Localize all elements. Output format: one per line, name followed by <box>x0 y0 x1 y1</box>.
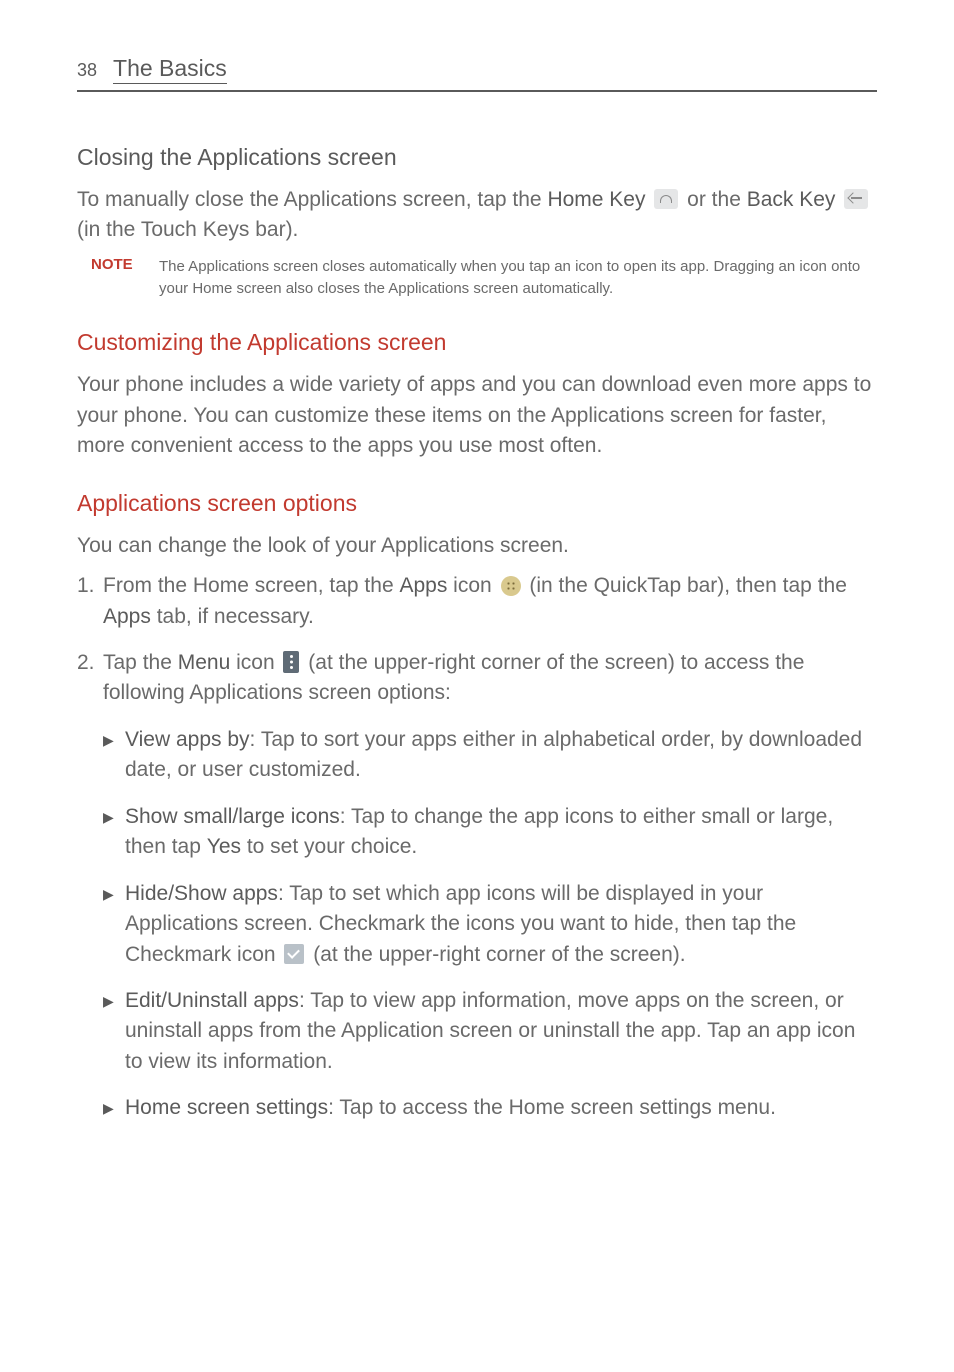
closing-paragraph: To manually close the Applications scree… <box>77 185 877 246</box>
bullet-home-settings: ▶ Home screen settings: Tap to access th… <box>77 1093 877 1123</box>
bullet-show-icons: ▶ Show small/large icons: Tap to change … <box>77 802 877 863</box>
note-block: NOTE The Applications screen closes auto… <box>91 256 877 300</box>
heading-closing: Closing the Applications screen <box>77 144 877 171</box>
bullet-view-apps-by: ▶ View apps by: Tap to sort your apps ei… <box>77 725 877 786</box>
step-text: From the Home screen, tap the Apps icon … <box>103 571 877 632</box>
step-2: 2. Tap the Menu icon (at the upper-right… <box>77 648 877 709</box>
step-1: 1. From the Home screen, tap the Apps ic… <box>77 571 877 632</box>
apps-label: Apps <box>399 574 447 597</box>
txt: Tap the <box>103 651 178 674</box>
apps-tab-label: Apps <box>103 605 151 628</box>
txt: or the <box>681 188 746 211</box>
step-marker: 2. <box>77 648 103 709</box>
txt: icon <box>447 574 497 597</box>
triangle-bullet-icon: ▶ <box>103 725 125 786</box>
step-marker: 1. <box>77 571 103 632</box>
bullet-title: Show small/large icons <box>125 805 340 828</box>
txt: tab, if necessary. <box>151 605 314 628</box>
header-title: The Basics <box>113 55 227 84</box>
manual-page: 38 The Basics Closing the Applications s… <box>0 0 954 1200</box>
triangle-bullet-icon: ▶ <box>103 1093 125 1123</box>
txt: (in the QuickTap bar), then tap the <box>524 574 847 597</box>
txt: (at the upper-right corner of the screen… <box>307 943 685 966</box>
customizing-paragraph: Your phone includes a wide variety of ap… <box>77 370 877 461</box>
bullet-text: View apps by: Tap to sort your apps eith… <box>125 725 877 786</box>
txt: to set your choice. <box>241 835 417 858</box>
triangle-bullet-icon: ▶ <box>103 879 125 970</box>
home-key-icon <box>654 189 678 209</box>
page-number: 38 <box>77 60 97 81</box>
apps-icon <box>501 576 521 596</box>
back-key-icon <box>844 189 868 209</box>
txt: (in the Touch Keys bar). <box>77 218 298 241</box>
heading-customizing: Customizing the Applications screen <box>77 329 877 356</box>
heading-options: Applications screen options <box>77 490 877 517</box>
bullet-text: Home screen settings: Tap to access the … <box>125 1093 776 1123</box>
menu-label: Menu <box>178 651 231 674</box>
bullet-text: Edit/Uninstall apps: Tap to view app inf… <box>125 986 877 1077</box>
bullet-title: View apps by <box>125 728 250 751</box>
triangle-bullet-icon: ▶ <box>103 986 125 1077</box>
bullet-title: Edit/Uninstall apps <box>125 989 299 1012</box>
page-header: 38 The Basics <box>77 55 877 92</box>
bullet-text: Hide/Show apps: Tap to set which app ico… <box>125 879 877 970</box>
txt: icon <box>230 651 280 674</box>
txt: : Tap to access the Home screen settings… <box>328 1096 776 1119</box>
yes-label: Yes <box>207 835 241 858</box>
bullet-title: Hide/Show apps <box>125 882 278 905</box>
back-key-label: Back Key <box>747 188 836 211</box>
note-label: NOTE <box>91 256 159 300</box>
txt: To manually close the Applications scree… <box>77 188 547 211</box>
bullet-hide-show: ▶ Hide/Show apps: Tap to set which app i… <box>77 879 877 970</box>
checkmark-icon <box>284 944 304 964</box>
home-key-label: Home Key <box>547 188 645 211</box>
txt: From the Home screen, tap the <box>103 574 399 597</box>
triangle-bullet-icon: ▶ <box>103 802 125 863</box>
bullet-title: Home screen settings <box>125 1096 328 1119</box>
step-text: Tap the Menu icon (at the upper-right co… <box>103 648 877 709</box>
note-text: The Applications screen closes automatic… <box>159 256 877 300</box>
bullet-edit-uninstall: ▶ Edit/Uninstall apps: Tap to view app i… <box>77 986 877 1077</box>
options-intro: You can change the look of your Applicat… <box>77 531 877 561</box>
menu-icon <box>283 651 299 673</box>
bullet-text: Show small/large icons: Tap to change th… <box>125 802 877 863</box>
